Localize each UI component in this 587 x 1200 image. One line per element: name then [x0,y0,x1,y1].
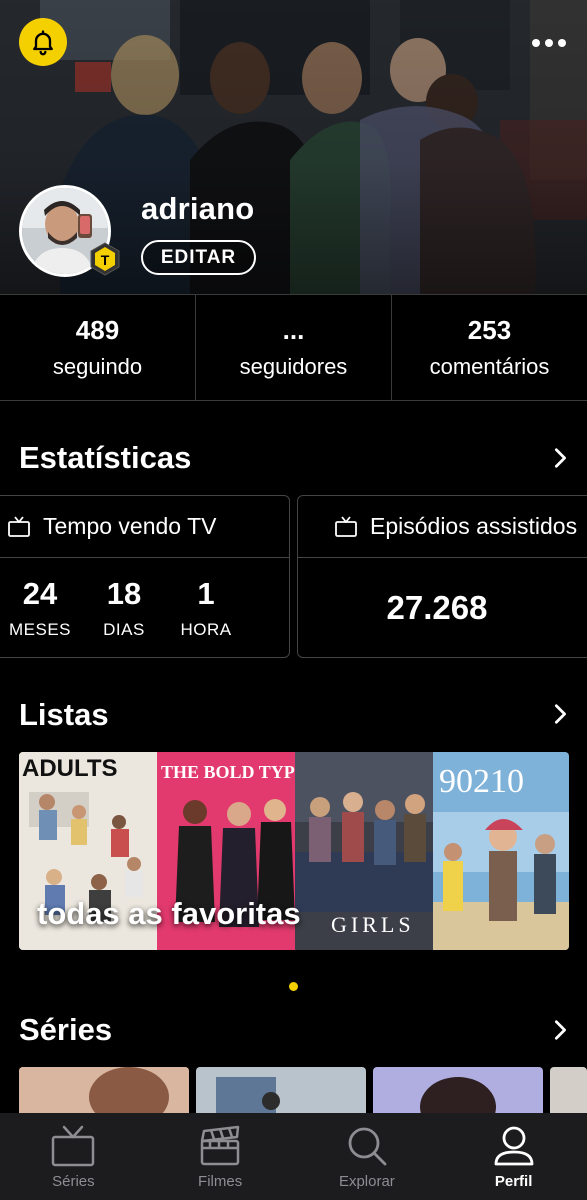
tv-time-days: 18 DIAS [101,576,147,640]
tv-icon [335,515,357,537]
episodes-card[interactable]: Episódios assistidos 27.268 [297,495,587,658]
poster-girls-title: GIRLS [331,912,415,937]
episodes-title: Episódios assistidos [370,513,578,539]
tier-badge: T [90,242,120,276]
comments-counter[interactable]: 253 comentários [391,295,587,400]
more-options-button[interactable] [529,28,569,58]
notifications-button[interactable] [19,18,67,66]
following-label: seguindo [52,354,143,379]
list-name: todas as favoritas [37,896,301,931]
tv-icon [52,1125,95,1167]
more-horizontal-icon [532,39,540,47]
nav-label-series: Séries [52,1173,95,1190]
tv-time-hours: 1 HORA [180,576,232,640]
search-icon [348,1127,387,1166]
edit-profile-button[interactable]: EDITAR [141,240,256,275]
bottom-navigation: Séries Filmes Explorar Perfil [0,1113,587,1200]
episodes-card-header: Episódios assistidos [298,496,587,558]
user-icon [494,1126,534,1166]
lists-section-title[interactable]: Listas [19,697,109,733]
tv-time-title: Tempo vendo TV [43,513,217,539]
poster-90210: 90210 [433,752,569,950]
followers-label: seguidores [239,354,348,379]
series-thumb-3[interactable] [373,1067,543,1117]
series-thumb-4-art [550,1067,587,1117]
tv-time-months-value: 24 [22,576,58,611]
poster-adults-title: ADULTS [22,755,118,782]
poster-90210-art: 90210 [433,752,569,950]
nav-item-explore[interactable]: Explorar [294,1113,441,1200]
tier-badge-letter: T [101,252,110,268]
stats-section-title[interactable]: Estatísticas [19,440,191,476]
comments-label: comentários [429,354,550,379]
series-thumb-2-art [196,1067,366,1117]
tv-time-card[interactable]: Tempo vendo TV 24 MESES 18 DIAS 1 HORA [0,495,290,658]
following-counter[interactable]: 489 seguindo [0,295,195,400]
poster-bold-type-title: THE BOLD TYPE [161,762,295,782]
tv-time-months: 24 MESES [9,576,71,640]
lists-chevron-right-icon[interactable] [549,703,571,725]
clapperboard-icon [200,1125,240,1166]
series-chevron-right-icon[interactable] [549,1019,571,1041]
profile-header: T adriano EDITAR [0,0,587,294]
episodes-total: 27.268 [386,589,488,626]
series-thumb-1-art [19,1067,189,1117]
tv-time-days-unit: DIAS [103,620,145,639]
stats-chevron-right-icon[interactable] [549,447,571,469]
tv-time-values: 24 MESES 18 DIAS 1 HORA [0,558,289,657]
comments-count: 253 [467,315,512,345]
series-thumb-4[interactable] [550,1067,587,1117]
nav-label-profile: Perfil [494,1173,533,1190]
tv-time-hours-unit: HORA [180,620,232,639]
series-thumb-1[interactable] [19,1067,189,1117]
username: adriano [141,191,255,226]
profile-counters: 489 seguindo ... seguidores 253 comentár… [0,294,587,401]
series-thumb-2[interactable] [196,1067,366,1117]
followers-count: ... [282,315,305,345]
bell-icon [33,30,53,56]
poster-girls: GIRLS [295,752,433,950]
nav-label-movies: Filmes [198,1173,243,1190]
tv-time-months-unit: MESES [8,620,72,639]
tv-time-card-header: Tempo vendo TV [0,496,289,558]
carousel-page-indicator [289,982,298,991]
poster-90210-title: 90210 [439,763,524,800]
list-card-favorites[interactable]: ADULTS THE BOLD TYPE GIRLS 90210 todas a… [19,752,569,950]
series-section-title[interactable]: Séries [19,1012,112,1048]
following-count: 489 [75,315,120,345]
tv-time-days-value: 18 [106,576,142,611]
poster-girls-art: GIRLS [295,752,433,950]
nav-label-explore: Explorar [338,1173,395,1190]
series-thumb-3-art [373,1067,543,1117]
nav-item-movies[interactable]: Filmes [147,1113,294,1200]
nav-item-profile[interactable]: Perfil [440,1113,587,1200]
followers-counter[interactable]: ... seguidores [195,295,391,400]
nav-item-series[interactable]: Séries [0,1113,147,1200]
tv-icon [8,515,30,537]
tv-time-hours-value: 1 [197,576,215,611]
